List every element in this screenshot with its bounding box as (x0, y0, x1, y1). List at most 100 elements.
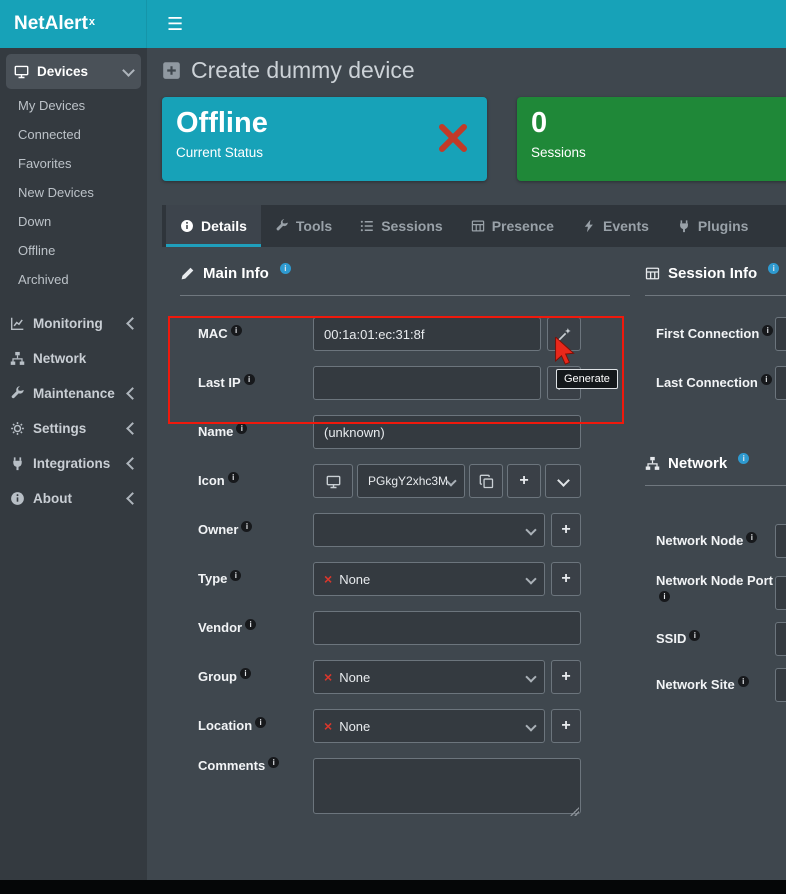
device-tabs: Details Tools Sessions Presence Events P… (162, 205, 786, 247)
plus-icon: + (561, 669, 570, 685)
row-last-connection: Last Connectioni (645, 366, 786, 400)
info-sup-icon: i (230, 570, 241, 581)
sidebar-item-network[interactable]: Network (0, 341, 147, 376)
sidebar-item-connected[interactable]: Connected (0, 120, 147, 149)
tab-presence[interactable]: Presence (457, 205, 568, 247)
top-navbar: NetAlertx ☰ (0, 0, 786, 48)
info-sup-icon: i (228, 472, 239, 483)
red-x-icon: × (324, 669, 332, 685)
wrench-icon (275, 219, 289, 233)
last-connection-label: Last Connection (656, 375, 758, 390)
sidebar-item-new-devices[interactable]: New Devices (0, 178, 147, 207)
tab-plugins[interactable]: Plugins (663, 205, 763, 247)
info-sup-icon: i (240, 668, 251, 679)
status-label: Current Status (176, 145, 473, 160)
row-network-node-port: Network Node Porti (645, 570, 786, 610)
sessions-label: Sessions (531, 145, 779, 160)
info-sup-icon: i (236, 423, 247, 434)
icon-select[interactable]: PGkgY2xhc3M (357, 464, 465, 498)
sidebar-item-devices[interactable]: Devices (6, 54, 141, 89)
sitemap-icon (10, 351, 25, 366)
network-site-input[interactable] (775, 668, 786, 702)
chevron-left-icon (126, 387, 139, 400)
type-label: Type (198, 571, 227, 586)
add-owner-button[interactable]: + (551, 513, 581, 547)
session-info-header: Session Info i (645, 265, 786, 296)
location-select-value: None (339, 719, 370, 734)
form-row-type: Typei × None + (180, 562, 630, 596)
info-sup-icon: i (689, 630, 700, 641)
sitemap-icon (645, 456, 660, 471)
gear-icon (10, 421, 25, 436)
menu-toggle-icon[interactable]: ☰ (167, 15, 183, 33)
info-sup-icon: i (768, 263, 779, 274)
group-label: Group (198, 669, 237, 684)
last-connection-input[interactable] (775, 366, 786, 400)
brand-logo[interactable]: NetAlertx (0, 0, 147, 48)
icon-select-value: PGkgY2xhc3M (368, 474, 448, 488)
location-select[interactable]: × None (313, 709, 545, 743)
add-icon-button[interactable]: + (507, 464, 541, 498)
chevron-left-icon (126, 457, 139, 470)
icon-dropdown-button[interactable] (545, 464, 581, 498)
sidebar-item-about[interactable]: About (0, 481, 147, 516)
first-connection-input[interactable] (775, 317, 786, 351)
row-ssid: SSIDi (645, 622, 786, 656)
ssid-input[interactable] (775, 622, 786, 656)
sidebar-item-maintenance[interactable]: Maintenance (0, 376, 147, 411)
type-select[interactable]: × None (313, 562, 545, 596)
sidebar-item-favorites[interactable]: Favorites (0, 149, 147, 178)
sidebar-item-monitoring[interactable]: Monitoring (0, 306, 147, 341)
monitor-icon (14, 64, 29, 79)
form-row-location: Locationi × None + (180, 709, 630, 743)
info-sup-icon: i (762, 325, 773, 336)
name-input[interactable] (313, 415, 581, 449)
tab-details[interactable]: Details (166, 205, 261, 247)
info-sup-icon: i (255, 717, 266, 728)
right-column: Session Info i First Connectioni Last Co… (645, 265, 786, 714)
add-group-button[interactable]: + (551, 660, 581, 694)
add-location-button[interactable]: + (551, 709, 581, 743)
plus-icon: + (519, 473, 528, 489)
resize-handle[interactable] (569, 806, 579, 816)
info-sup-icon: i (245, 619, 256, 630)
icon-preview-button[interactable] (313, 464, 353, 498)
sidebar-item-my-devices[interactable]: My Devices (0, 91, 147, 120)
last-ip-input[interactable] (313, 366, 541, 400)
network-node-port-label: Network Node Port (656, 573, 773, 588)
copy-icon-button[interactable] (469, 464, 503, 498)
form-row-comments: Commentsi (180, 758, 630, 819)
copy-icon (479, 474, 494, 489)
vendor-input[interactable] (313, 611, 581, 645)
network-node-input[interactable] (775, 524, 786, 558)
generate-tooltip: Generate (556, 369, 618, 389)
group-select[interactable]: × None (313, 660, 545, 694)
sidebar-item-archived[interactable]: Archived (0, 265, 147, 294)
lightning-icon (582, 219, 596, 233)
add-type-button[interactable]: + (551, 562, 581, 596)
tab-tools[interactable]: Tools (261, 205, 346, 247)
tab-sessions[interactable]: Sessions (346, 205, 456, 247)
owner-select[interactable] (313, 513, 545, 547)
network-node-port-input[interactable] (775, 576, 786, 610)
plug-icon (10, 456, 25, 471)
list-icon (360, 219, 374, 233)
brand-text: NetAlert (14, 13, 88, 35)
sidebar-item-label: Devices (37, 64, 88, 79)
form-row-owner: Owneri + (180, 513, 630, 547)
comments-textarea[interactable] (313, 758, 581, 814)
sidebar-item-offline[interactable]: Offline (0, 236, 147, 265)
mac-input[interactable] (313, 317, 541, 351)
chevron-left-icon (126, 492, 139, 505)
last-ip-label: Last IP (198, 375, 241, 390)
status-box-current-status: Offline Current Status (162, 97, 487, 181)
sidebar-item-integrations[interactable]: Integrations (0, 446, 147, 481)
chevron-down-icon (557, 474, 570, 487)
wrench-icon (10, 386, 25, 401)
form-row-name: Namei (180, 415, 630, 449)
info-icon (180, 219, 194, 233)
sidebar-item-settings[interactable]: Settings (0, 411, 147, 446)
tab-events[interactable]: Events (568, 205, 663, 247)
sidebar-item-down[interactable]: Down (0, 207, 147, 236)
type-select-value: None (339, 572, 370, 587)
